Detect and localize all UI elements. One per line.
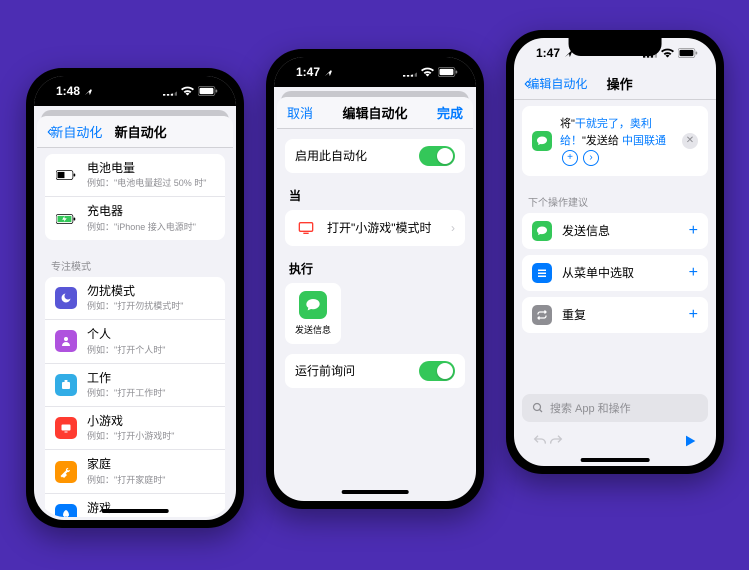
run-label: 执行	[285, 254, 465, 283]
focus-family[interactable]: 家庭例如："打开家庭时"	[45, 450, 225, 493]
action-summary[interactable]: 将"干就完了，奥利给！"发送给 中国联通 + › ✕	[522, 106, 708, 176]
moon-icon	[55, 287, 77, 309]
trigger-battery[interactable]: 电池电量例如："电池电量超过 50% 时"	[45, 154, 225, 197]
charger-icon	[55, 208, 77, 230]
toggle-on[interactable]	[419, 146, 455, 166]
when-label: 当	[285, 181, 465, 210]
status-time: 1:47	[296, 65, 320, 79]
nav-title: 新自动化	[115, 122, 167, 141]
wifi-icon	[181, 86, 194, 96]
battery-icon	[198, 86, 218, 96]
chevron-right-icon: ›	[451, 221, 455, 235]
run-button[interactable]	[682, 433, 698, 452]
suggestion-label: 下个操作建议	[522, 184, 708, 213]
display-icon	[295, 217, 317, 239]
nav-bar: ‹编辑自动化 操作	[514, 68, 716, 100]
tools-icon	[55, 461, 77, 483]
home-indicator[interactable]	[342, 490, 409, 494]
focus-dnd[interactable]: 勿扰模式例如："打开勿扰模式时"	[45, 277, 225, 320]
battery-icon	[678, 48, 698, 58]
search-icon	[532, 402, 544, 414]
message-icon	[532, 221, 552, 241]
add-recipient-button[interactable]: +	[562, 150, 578, 166]
message-icon	[532, 131, 552, 151]
badge-icon	[55, 374, 77, 396]
trigger-charger[interactable]: 充电器例如："iPhone 接入电源时"	[45, 197, 225, 239]
menu-icon	[532, 263, 552, 283]
focus-work[interactable]: 工作例如："打开工作时"	[45, 364, 225, 407]
expand-button[interactable]: ›	[583, 150, 599, 166]
suggestion-repeat[interactable]: 重复 +	[522, 297, 708, 333]
trigger-group-power: 电池电量例如："电池电量超过 50% 时" 充电器例如："iPhone 接入电源…	[45, 154, 225, 240]
action-send-message[interactable]: 发送信息	[285, 283, 341, 344]
repeat-icon	[532, 305, 552, 325]
search-placeholder: 搜索 App 和操作	[550, 400, 631, 416]
nav-title: 操作	[607, 74, 633, 93]
redo-button[interactable]	[548, 433, 564, 452]
nav-bar: ‹新自动化 新自动化	[37, 116, 233, 148]
person-icon	[55, 330, 77, 352]
back-button[interactable]: ‹编辑自动化	[524, 75, 587, 93]
add-icon[interactable]: +	[689, 306, 698, 324]
wifi-icon	[421, 67, 434, 77]
add-icon[interactable]: +	[689, 222, 698, 240]
nav-title: 编辑自动化	[342, 103, 407, 122]
bottom-toolbar	[514, 433, 716, 452]
add-icon[interactable]: +	[689, 264, 698, 282]
wifi-icon	[661, 48, 674, 58]
back-button[interactable]: ‹新自动化	[47, 122, 102, 141]
message-icon	[299, 291, 327, 319]
action-label: 发送信息	[291, 323, 335, 336]
when-condition[interactable]: 打开"小游戏"模式时 ›	[285, 210, 465, 246]
done-button[interactable]: 完成	[437, 103, 463, 122]
recipient-param[interactable]: 中国联通	[622, 135, 666, 147]
focus-section-label: 专注模式	[45, 248, 225, 277]
battery-level-icon	[55, 164, 77, 186]
status-time: 1:48	[56, 84, 80, 98]
enable-toggle-row[interactable]: 启用此自动化	[285, 139, 465, 173]
remove-action-button[interactable]: ✕	[682, 133, 698, 149]
search-field[interactable]: 搜索 App 和操作	[522, 394, 708, 422]
cancel-button[interactable]: 取消	[287, 103, 313, 122]
home-indicator[interactable]	[581, 458, 650, 462]
nav-bar: 取消 编辑自动化 完成	[277, 97, 473, 129]
suggestion-choose-from-menu[interactable]: 从菜单中选取 +	[522, 255, 708, 291]
ask-before-run-row[interactable]: 运行前询问	[285, 354, 465, 388]
home-indicator[interactable]	[102, 509, 169, 513]
display-icon	[55, 417, 77, 439]
focus-personal[interactable]: 个人例如："打开个人时"	[45, 320, 225, 363]
focus-group: 勿扰模式例如："打开勿扰模式时" 个人例如："打开个人时" 工作例如："打开工作…	[45, 277, 225, 517]
status-time: 1:47	[536, 46, 560, 60]
suggestion-send-message[interactable]: 发送信息 +	[522, 213, 708, 249]
toggle-on[interactable]	[419, 361, 455, 381]
focus-gaming[interactable]: 游戏例如："打开游戏时"	[45, 494, 225, 517]
undo-button[interactable]	[532, 433, 548, 452]
rocket-icon	[55, 504, 77, 517]
battery-icon	[438, 67, 458, 77]
focus-minigame[interactable]: 小游戏例如："打开小游戏时"	[45, 407, 225, 450]
